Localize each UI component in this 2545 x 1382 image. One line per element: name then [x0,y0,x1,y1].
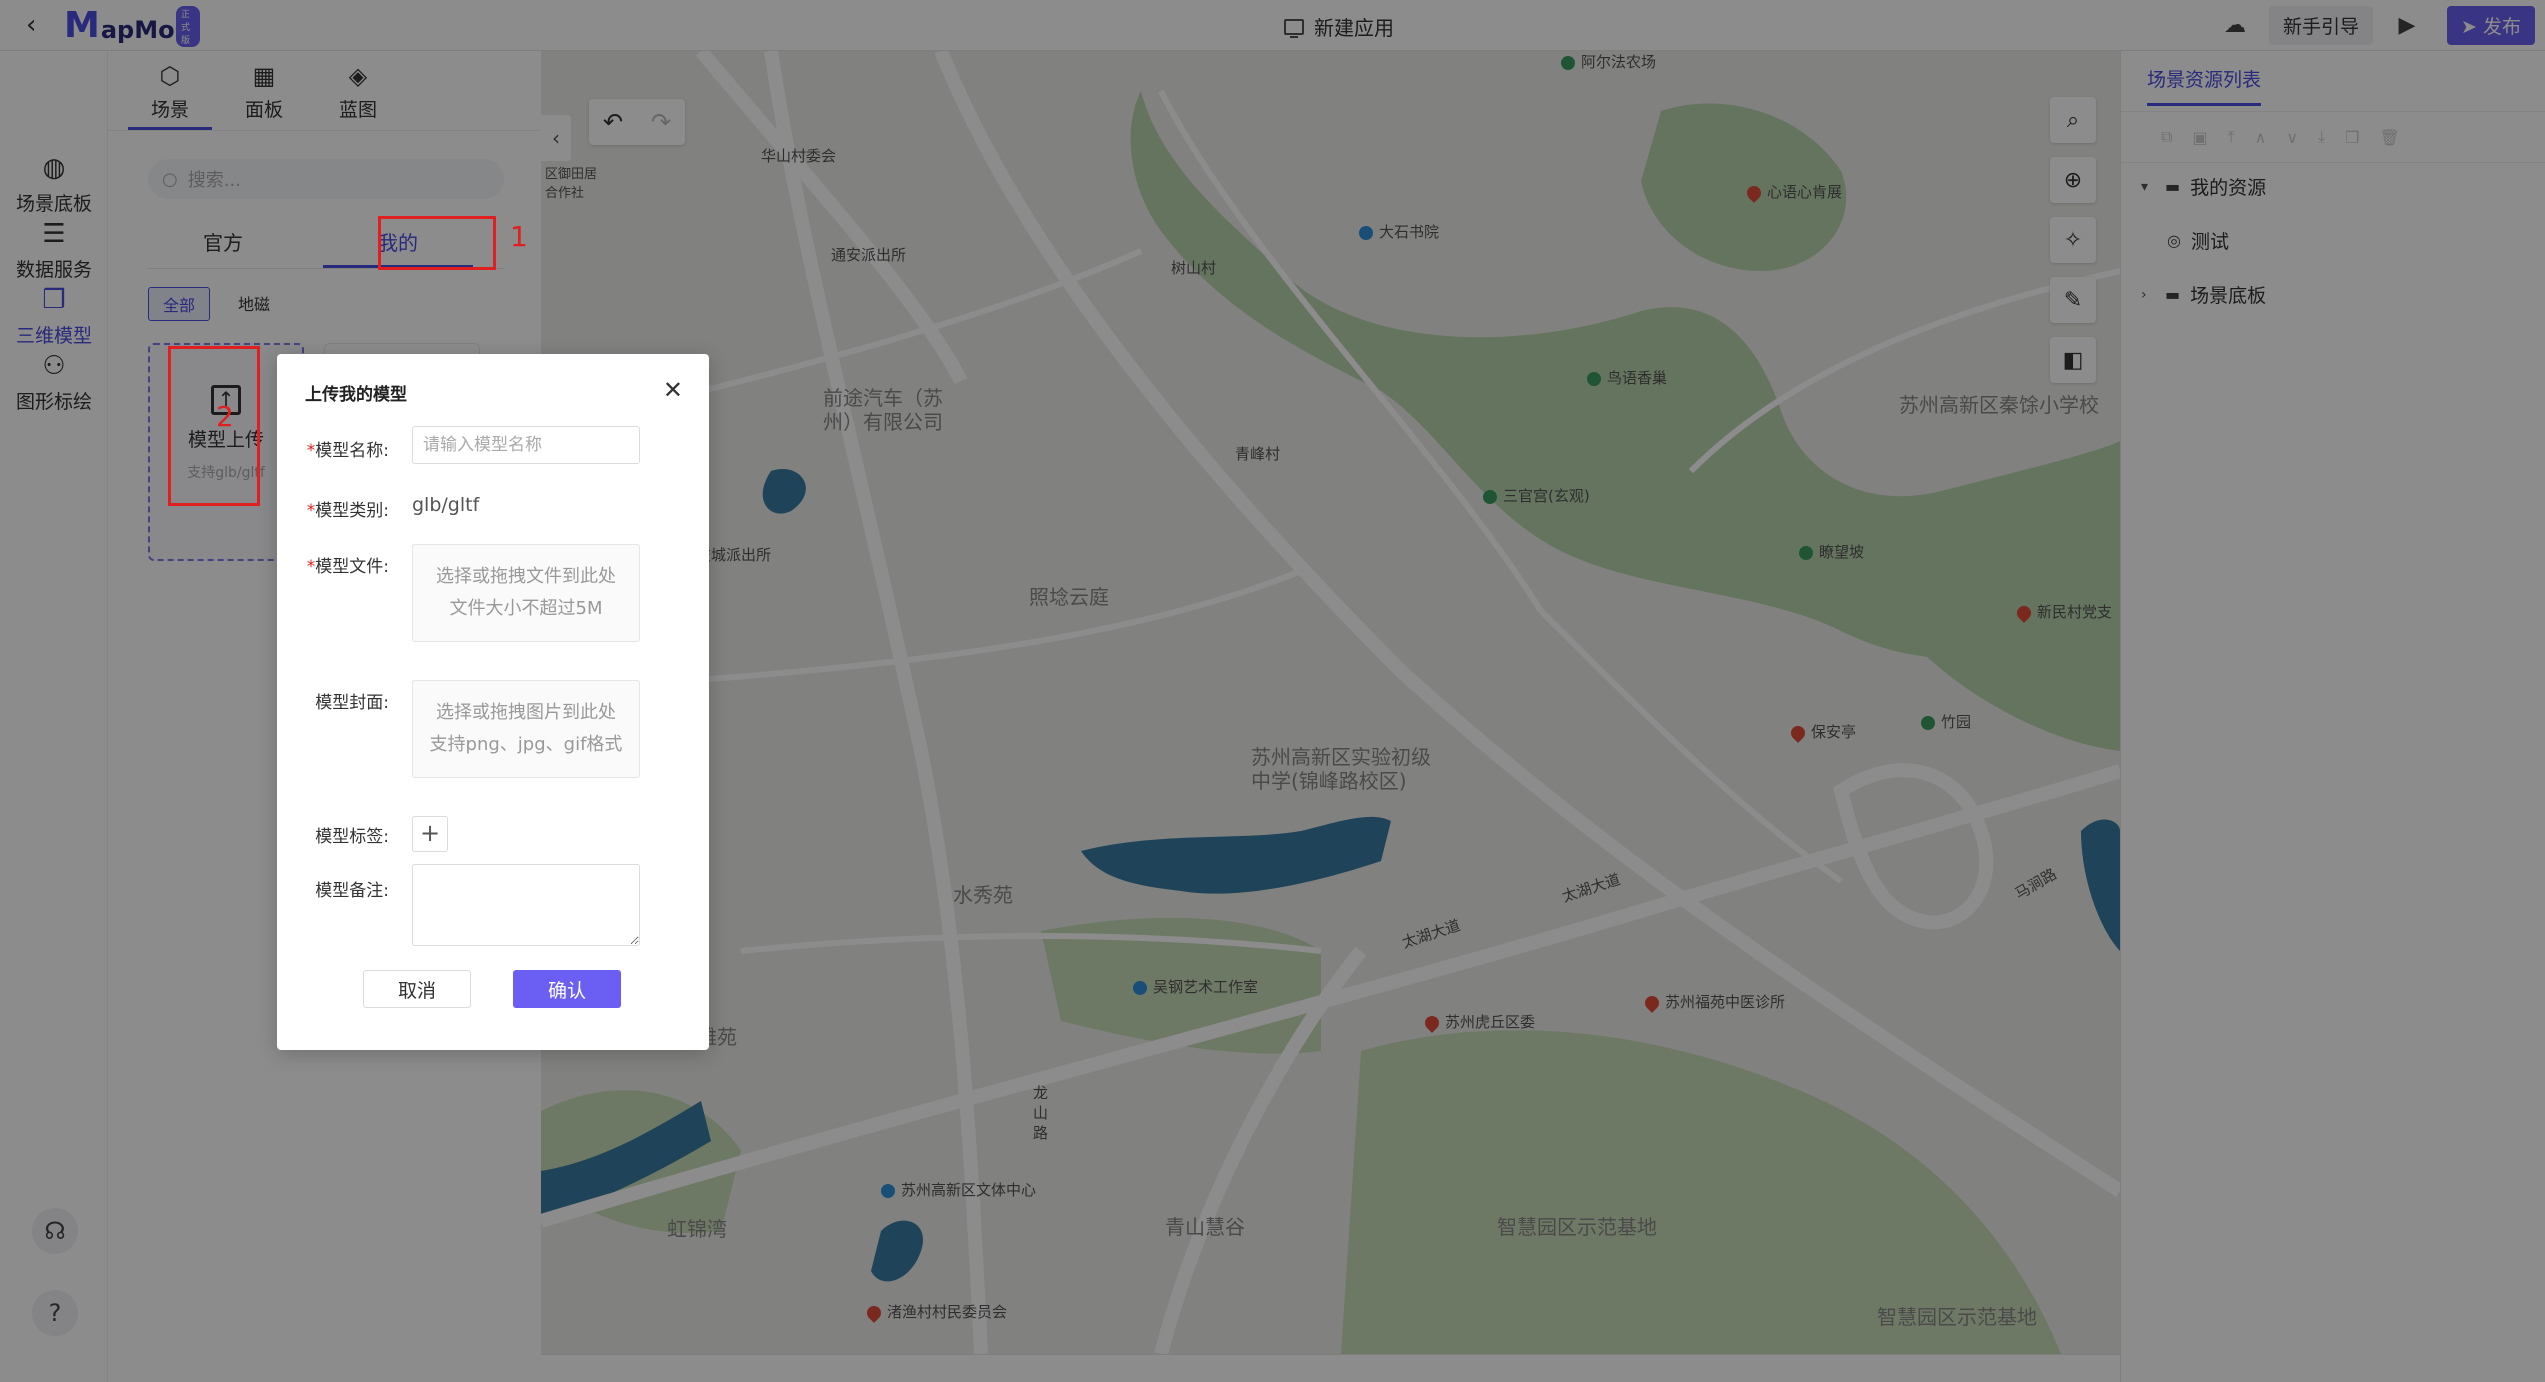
model-file-dropzone[interactable]: 选择或拖拽文件到此处 文件大小不超过5M [412,544,640,642]
dialog-title: 上传我的模型 [305,385,407,405]
tags-label: 模型标签: [315,827,389,847]
model-cover-dropzone[interactable]: 选择或拖拽图片到此处 支持png、jpg、gif格式 [412,680,640,778]
model-notes-textarea[interactable] [412,864,640,946]
model-type-value: glb/gltf [412,494,480,516]
cancel-button[interactable]: 取消 [363,970,471,1008]
annotation-number: 1 [510,220,528,253]
type-label: *模型类别: [306,501,389,521]
notes-label: 模型备注: [315,881,389,901]
annotation-number: 2 [216,400,234,433]
file-label: *模型文件: [306,557,389,577]
annotation-box-upload [168,346,260,506]
confirm-button[interactable]: 确认 [513,970,621,1008]
close-icon[interactable]: ✕ [663,376,683,404]
model-name-input[interactable]: 请输入模型名称 [412,426,640,464]
upload-model-dialog: 上传我的模型 ✕ *模型名称: 请输入模型名称 *模型类别: glb/gltf … [277,354,709,1050]
annotation-box-mine-tab [378,216,496,270]
name-label: *模型名称: [306,441,389,461]
cover-label: 模型封面: [315,693,389,713]
add-tag-button[interactable]: + [412,816,448,852]
